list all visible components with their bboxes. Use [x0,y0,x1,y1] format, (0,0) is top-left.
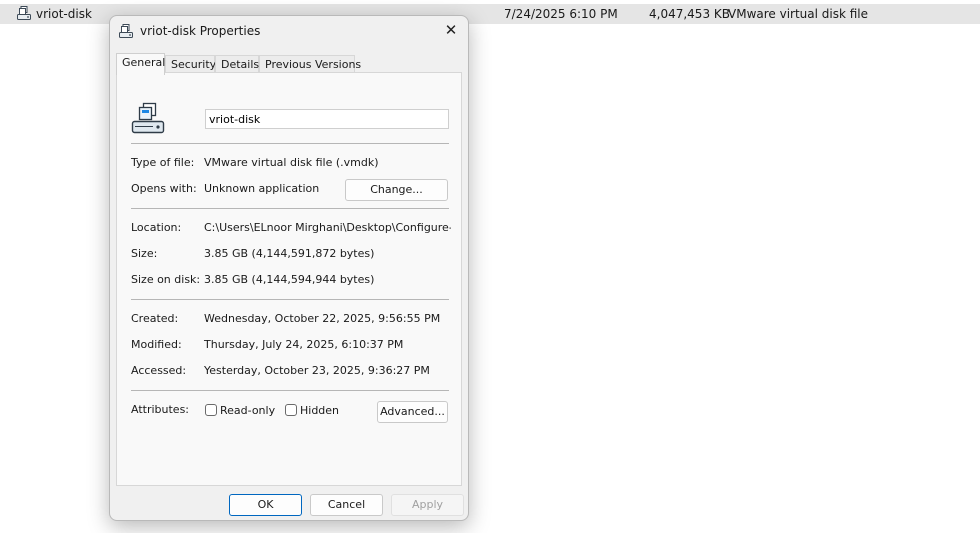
change-button[interactable]: Change... [345,179,448,201]
file-size: 4,047,453 KB [649,7,730,21]
vmdk-file-icon [118,23,134,42]
cancel-button[interactable]: Cancel [310,494,383,516]
advanced-button[interactable]: Advanced... [377,401,448,423]
opens-with-label: Opens with: [131,182,197,195]
read-only-label[interactable]: Read-only [220,404,275,417]
modified-label: Modified: [131,338,182,351]
close-icon: ✕ [444,21,458,39]
type-of-file-label: Type of file: [131,156,195,169]
hidden-checkbox[interactable] [285,404,297,416]
hidden-label[interactable]: Hidden [300,404,339,417]
opens-with-value: Unknown application [204,182,320,195]
location-label: Location: [131,221,182,234]
size-on-disk-label: Size on disk: [131,273,201,286]
tab-details[interactable]: Details [215,55,259,73]
size-label: Size: [131,247,158,260]
tab-previous-versions[interactable]: Previous Versions [259,55,361,73]
apply-button[interactable]: Apply [391,494,464,516]
vmdk-file-icon [16,5,32,24]
general-panel: Type of file: VMware virtual disk file (… [116,72,462,486]
created-value: Wednesday, October 22, 2025, 9:56:55 PM [204,312,441,325]
divider [131,390,449,391]
file-name: vriot-disk [36,7,92,21]
tab-general[interactable]: General [116,53,165,75]
tab-security[interactable]: Security [165,55,216,73]
divider [131,299,449,300]
ok-button[interactable]: OK [229,494,302,516]
size-on-disk-value: 3.85 GB (4,144,594,944 bytes) [204,273,375,286]
accessed-label: Accessed: [131,364,187,377]
properties-dialog: vriot-disk Properties ✕ General Security… [109,15,469,521]
location-value: C:\Users\ELnoor Mirghani\Desktop\Configu… [204,221,451,234]
created-label: Created: [131,312,179,325]
dialog-title: vriot-disk Properties [140,24,261,38]
read-only-checkbox[interactable] [205,404,217,416]
vmdk-large-icon [131,101,165,138]
dialog-titlebar[interactable]: vriot-disk Properties ✕ [110,16,468,46]
divider [131,208,449,209]
file-name-input[interactable] [205,109,449,129]
type-of-file-value: VMware virtual disk file (.vmdk) [204,156,379,169]
size-value: 3.85 GB (4,144,591,872 bytes) [204,247,375,260]
divider [131,143,449,144]
file-type: VMware virtual disk file [728,7,869,21]
file-date-modified: 7/24/2025 6:10 PM [504,7,618,21]
accessed-value: Yesterday, October 23, 2025, 9:36:27 PM [204,364,430,377]
attributes-label: Attributes: [131,403,190,416]
modified-value: Thursday, July 24, 2025, 6:10:37 PM [204,338,404,351]
close-button[interactable]: ✕ [440,21,462,41]
